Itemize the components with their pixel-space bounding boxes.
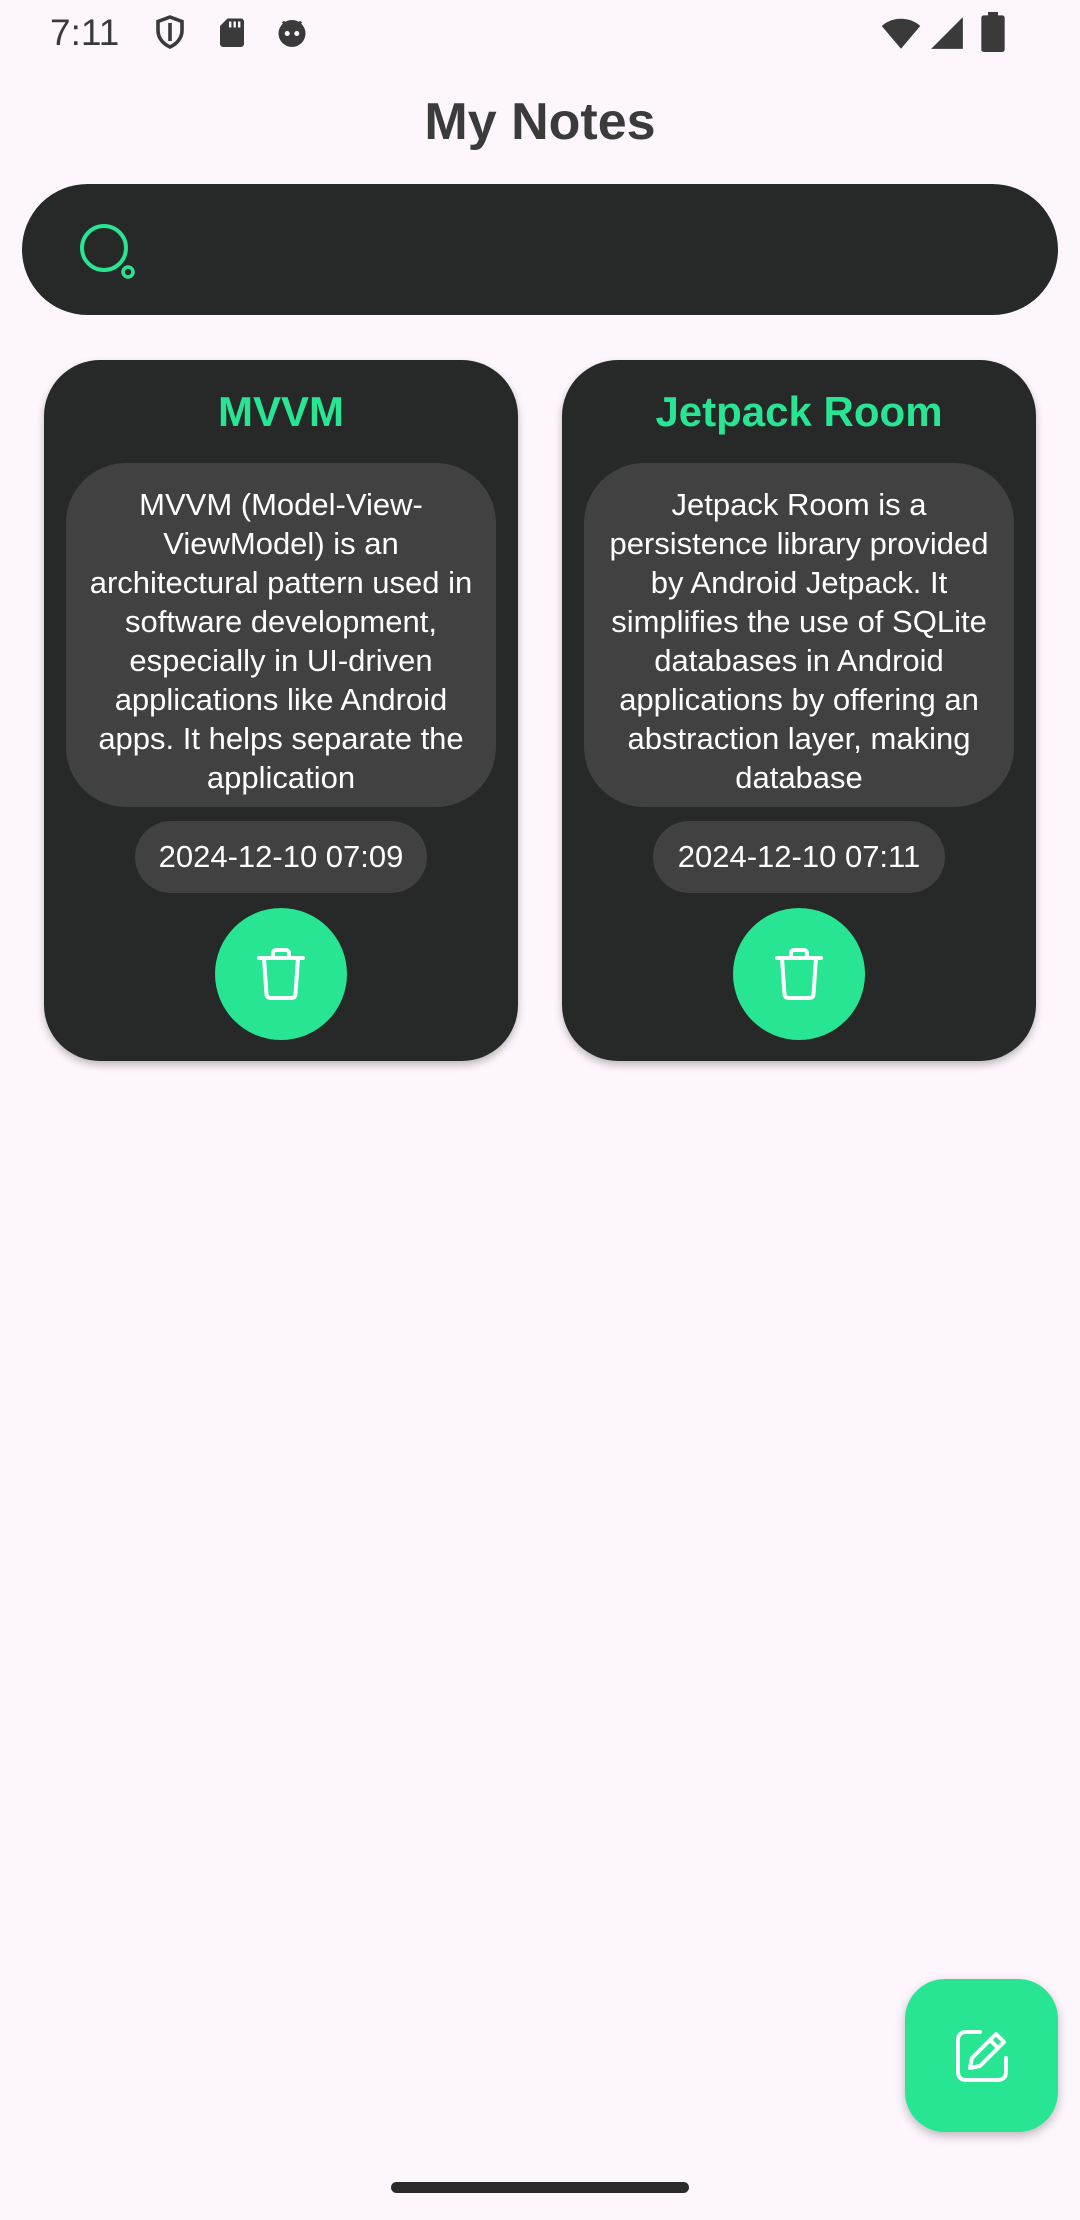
note-card[interactable]: Jetpack Room Jetpack Room is a persisten… [562,360,1036,1061]
home-indicator[interactable] [391,2182,689,2193]
search-bar[interactable] [22,184,1058,315]
note-body: Jetpack Room is a persistence library pr… [584,463,1014,807]
add-note-button[interactable] [905,1979,1058,2132]
android-debug-icon [278,20,306,47]
notes-screen: 7:11 My Notes MVVM MVVM (Model-View-View… [0,0,1080,2220]
note-date: 2024-12-10 07:11 [653,821,945,893]
wifi-icon [881,18,921,49]
note-card[interactable]: MVVM MVVM (Model-View-ViewModel) is an a… [44,360,518,1061]
search-icon [80,224,135,279]
note-title: MVVM [218,388,344,435]
shield-icon [156,15,184,49]
trash-icon [775,948,823,1000]
note-body-text: Jetpack Room is a persistence library pr… [609,487,989,795]
note-body: MVVM (Model-View-ViewModel) is an archit… [66,463,496,807]
edit-icon [956,2030,1008,2082]
delete-note-button[interactable] [733,908,865,1040]
search-input[interactable] [152,214,1016,286]
note-date: 2024-12-10 07:09 [135,821,427,893]
note-title: Jetpack Room [655,388,943,435]
status-bar: 7:11 [0,0,1080,66]
sd-card-icon [220,18,244,47]
trash-icon [257,948,305,1000]
status-time: 7:11 [50,12,120,53]
battery-icon [981,12,1005,52]
delete-note-button[interactable] [215,908,347,1040]
page-title: My Notes [424,93,656,151]
signal-icon [931,17,963,49]
note-body-text: MVVM (Model-View-ViewModel) is an archit… [89,487,473,795]
